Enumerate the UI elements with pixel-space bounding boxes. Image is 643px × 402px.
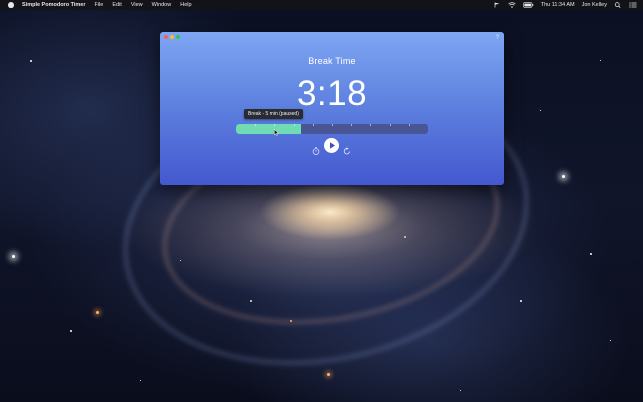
- notification-list-icon[interactable]: [629, 2, 637, 8]
- progress-tick: [370, 124, 372, 126]
- window-close-button[interactable]: [164, 35, 168, 39]
- progress-tick: [255, 124, 257, 126]
- progress-tick: [312, 124, 314, 126]
- progress-tick: [389, 124, 391, 126]
- star: [290, 320, 292, 322]
- progress-tooltip: Break - 5 min (paused): [244, 109, 303, 119]
- wifi-icon[interactable]: [508, 2, 516, 8]
- star: [460, 390, 461, 391]
- progress-tick: [351, 124, 353, 126]
- star: [250, 300, 252, 302]
- star: [70, 330, 72, 332]
- menu-edit[interactable]: Edit: [112, 0, 121, 10]
- menu-bar: Simple Pomodoro Timer File Edit View Win…: [0, 0, 643, 10]
- window-maximize-button[interactable]: [176, 35, 180, 39]
- search-icon[interactable]: [614, 2, 622, 8]
- menu-clock[interactable]: Thu 11:34 AM: [541, 0, 575, 10]
- star: [562, 175, 565, 178]
- battery-icon[interactable]: [522, 2, 534, 8]
- star: [96, 311, 99, 314]
- star: [12, 255, 15, 258]
- menu-user[interactable]: Jon Kelley: [582, 0, 607, 10]
- progress-tick: [293, 124, 295, 126]
- flag-icon[interactable]: [493, 2, 501, 8]
- desktop-wallpaper: Simple Pomodoro Timer File Edit View Win…: [0, 0, 643, 402]
- stopwatch-icon[interactable]: [312, 142, 320, 155]
- time-remaining: 3:18: [296, 74, 368, 113]
- star: [180, 260, 181, 261]
- progress-tick: [408, 124, 410, 126]
- progress-tick: [332, 124, 333, 126]
- play-button[interactable]: [324, 138, 339, 153]
- apple-menu-icon[interactable]: [8, 2, 14, 8]
- star: [610, 340, 611, 341]
- help-button[interactable]: ?: [496, 35, 499, 41]
- timer-controls: [160, 138, 504, 155]
- menu-app-name[interactable]: Simple Pomodoro Timer: [22, 0, 85, 10]
- play-icon: [330, 142, 335, 149]
- menu-bar-extras: Thu 11:34 AM Jon Kelley: [493, 0, 637, 10]
- menu-help[interactable]: Help: [180, 0, 191, 10]
- menu-file[interactable]: File: [94, 0, 103, 10]
- window-minimize-button[interactable]: [170, 35, 174, 39]
- menu-window[interactable]: Window: [152, 0, 172, 10]
- progress-fill: [236, 124, 302, 134]
- star: [327, 373, 330, 376]
- star: [404, 236, 406, 238]
- reset-icon[interactable]: [343, 142, 351, 155]
- star: [540, 110, 541, 111]
- timer-window: ? Break Time 3:18 Break - 5 min (paused): [160, 32, 504, 185]
- mouse-cursor-icon: [274, 123, 279, 137]
- star: [600, 60, 601, 61]
- session-title: Break Time: [308, 56, 356, 66]
- progress-bar[interactable]: [236, 124, 428, 134]
- menu-view[interactable]: View: [131, 0, 143, 10]
- star: [140, 380, 141, 381]
- star: [30, 60, 32, 62]
- star: [590, 253, 592, 255]
- star: [520, 300, 522, 302]
